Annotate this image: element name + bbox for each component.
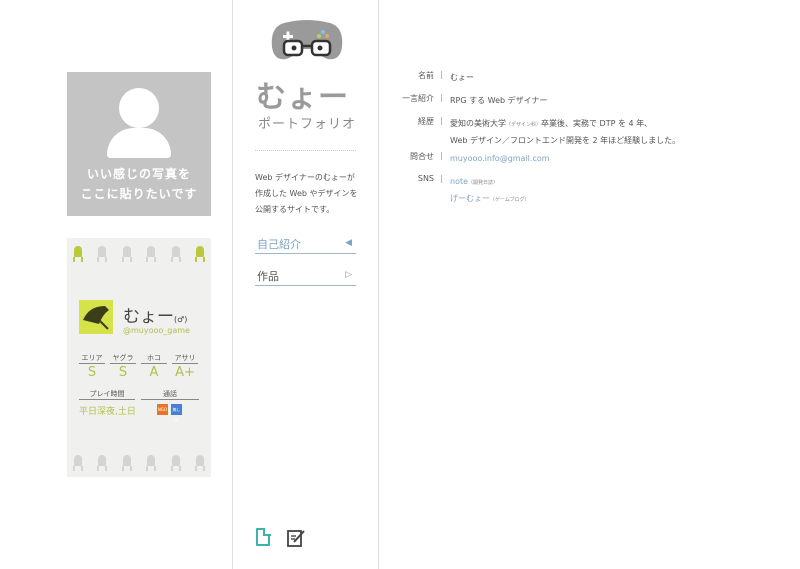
- rank-value-area: S: [87, 365, 97, 380]
- dotted-divider: [255, 150, 356, 151]
- rank-value-yagura: S: [118, 365, 128, 380]
- rank-mode-yagura: ヤグラ: [110, 353, 136, 364]
- row-value: むょー: [450, 73, 474, 82]
- voice-ok-badge: 無し OK: [171, 404, 182, 423]
- avatar-head-icon: [119, 88, 159, 128]
- nav-item-about[interactable]: 自己紹介 ◀: [255, 234, 356, 254]
- row-separator: |: [440, 174, 443, 183]
- nav-item-about-label: 自己紹介: [257, 238, 301, 251]
- player-handle: @muyooo_game: [123, 326, 190, 335]
- avatar-body-icon: [107, 128, 171, 158]
- career-line-2: Web デザイン／フロントエンド開発を 2 年ほど経験しました。: [450, 136, 681, 145]
- row-label: SNS: [417, 174, 434, 183]
- column-divider-right: [378, 0, 379, 569]
- photo-caption-line-1: いい感じの写真を: [86, 167, 191, 181]
- play-time-label: プレイ時間: [79, 389, 135, 400]
- row-separator: |: [440, 116, 443, 125]
- profile-row-tagline: 一言紹介 | RPG する Web デザイナー: [390, 93, 790, 109]
- row-label: 経歴: [418, 117, 434, 126]
- voice-chat-label: 通話: [141, 389, 199, 400]
- game-profile-card: むょー(♂) @muyooo_game エリア ヤグラ ホコ アサリ S S A…: [67, 238, 211, 477]
- squid-icon: [121, 246, 132, 262]
- rank-mode-area: エリア: [79, 353, 105, 364]
- row-separator: |: [440, 151, 443, 160]
- sns-blog-link[interactable]: げーむょー: [450, 194, 490, 203]
- edit-icon[interactable]: [287, 529, 305, 547]
- row-label: 名前: [418, 71, 434, 80]
- site-intro-line-2: 作成した Web やデザインを: [255, 189, 358, 198]
- squid-icon: [73, 246, 83, 262]
- squid-icon: [121, 455, 132, 471]
- site-intro-line-1: Web デザイナーのむょーが: [255, 173, 355, 182]
- sns-blog-desc: （ゲームブログ）: [490, 197, 530, 203]
- gender-mark: (♂): [174, 315, 188, 324]
- row-separator: |: [440, 93, 443, 102]
- career-line-1-rest: 卒業後、実務で DTP を 4 年、: [541, 119, 653, 128]
- squid-icon: [73, 455, 83, 471]
- profile-row-name: 名前 | むょー: [390, 70, 790, 86]
- profile-row-contact: 問合せ | muyooo.info@gmail.com: [390, 151, 790, 167]
- site-subtitle: ポートフォリオ: [258, 117, 357, 132]
- photo-caption-line-2: ここに貼りたいです: [80, 187, 198, 201]
- squid-icon: [97, 246, 108, 262]
- email-link[interactable]: muyooo.info@gmail.com: [450, 154, 550, 163]
- column-divider-left: [232, 0, 233, 569]
- row-value: 愛知の美術大学（デザイン科）卒業後、実務で DTP を 4 年、 Web デザイ…: [450, 116, 800, 149]
- row-label: 一言紹介: [402, 94, 434, 103]
- play-time-value: 平日深夜,土日: [79, 407, 136, 417]
- player-name-text: むょー: [123, 307, 174, 327]
- nav-item-works[interactable]: 作品 ▷: [255, 266, 356, 286]
- squid-icon: [97, 455, 108, 471]
- squid-icon: [170, 455, 181, 471]
- career-line-1: 愛知の美術大学（デザイン科）卒業後、実務で DTP を 4 年、: [450, 116, 800, 133]
- triangle-left-icon: ◀: [345, 238, 352, 248]
- nav-item-works-label: 作品: [257, 270, 279, 283]
- squid-row-bottom: [73, 455, 205, 471]
- row-value: RPG する Web デザイナー: [450, 96, 548, 105]
- player-name: むょー(♂): [123, 302, 187, 327]
- career-line-1-main: 愛知の美術大学: [450, 119, 506, 128]
- photo-caption: いい感じの写真を ここに貼りたいです: [67, 164, 211, 204]
- sns-note-link[interactable]: note: [450, 177, 468, 186]
- voice-ng-badge: NGO: [157, 404, 168, 415]
- profile-photo-placeholder: いい感じの写真を ここに貼りたいです: [67, 72, 211, 216]
- rank-value-hoko: A: [149, 365, 159, 380]
- profile-row-career: 経歴 | 愛知の美術大学（デザイン科）卒業後、実務で DTP を 4 年、 We…: [390, 116, 790, 148]
- umbrella-emblem-icon: [79, 300, 113, 334]
- squid-icon: [194, 455, 205, 471]
- site-intro-line-3: 公開するサイトです。: [255, 205, 335, 214]
- row-value-container: muyooo.info@gmail.com: [450, 151, 800, 167]
- rank-mode-hoko: ホコ: [141, 353, 167, 364]
- rank-value-asari: A+: [175, 365, 195, 380]
- career-note: （デザイン科）: [506, 122, 542, 128]
- site-logo[interactable]: むょー: [256, 72, 349, 116]
- squid-row-top: [73, 246, 205, 262]
- sns-note-row: note（開発日誌）: [450, 174, 800, 191]
- squid-icon: [194, 246, 205, 262]
- site-intro: Web デザイナーのむょーが 作成した Web やデザインを 公開するサイトです…: [255, 170, 365, 218]
- row-label: 問合せ: [410, 152, 434, 161]
- squid-icon: [146, 455, 157, 471]
- row-separator: |: [440, 70, 443, 79]
- note-icon[interactable]: [256, 528, 271, 546]
- game-controller-logo-icon: [271, 20, 343, 60]
- row-value: note（開発日誌） げーむょー（ゲームブログ）: [450, 174, 800, 208]
- profile-row-sns: SNS | note（開発日誌） げーむょー（ゲームブログ）: [390, 174, 790, 206]
- squid-icon: [170, 246, 181, 262]
- rank-mode-asari: アサリ: [172, 353, 198, 364]
- squid-icon: [146, 246, 157, 262]
- sns-blog-row: げーむょー（ゲームブログ）: [450, 191, 800, 208]
- sns-note-desc: （開発日誌）: [468, 180, 499, 186]
- triangle-right-icon: ▷: [345, 270, 352, 280]
